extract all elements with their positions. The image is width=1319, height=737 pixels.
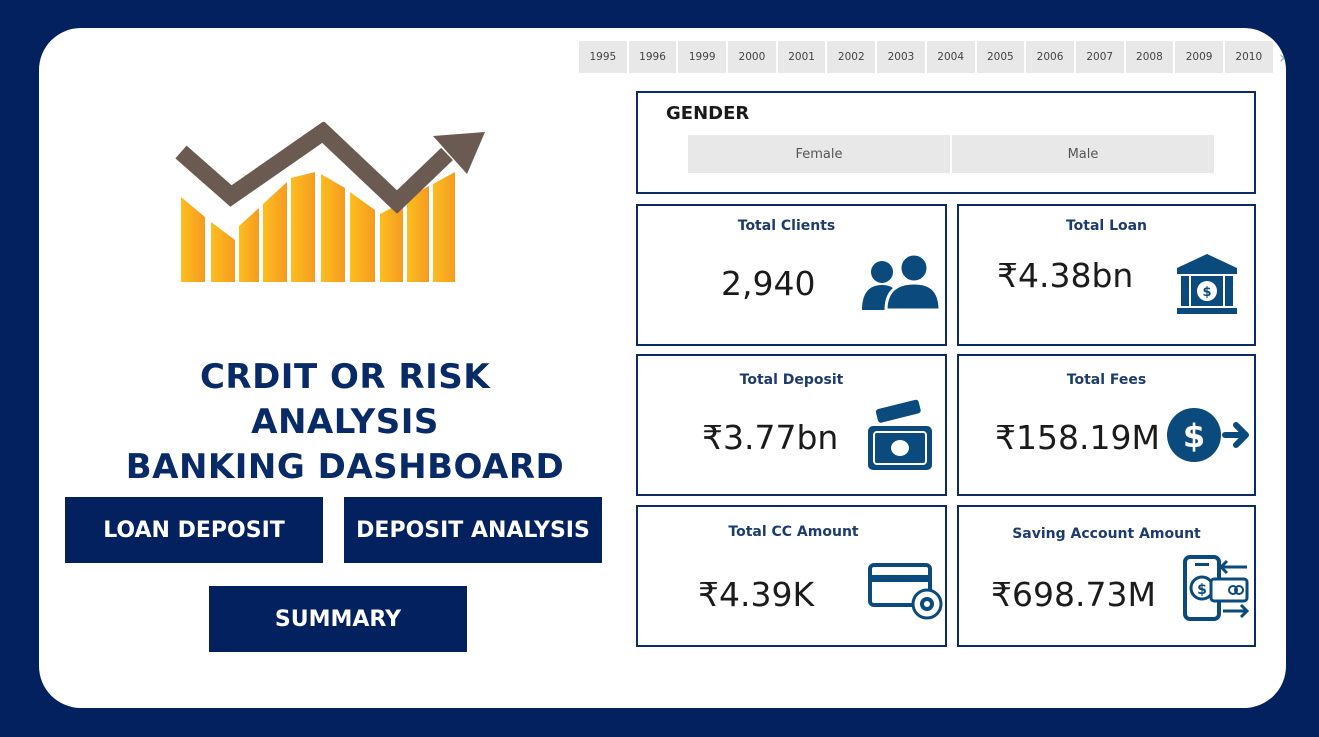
year-button-2008[interactable]: 2008 — [1125, 41, 1174, 73]
kpi-value: ₹698.73M — [991, 575, 1156, 614]
kpi-label: Total CC Amount — [728, 524, 859, 540]
year-button-2003[interactable]: 2003 — [877, 41, 925, 73]
bank-icon: $ — [1177, 254, 1237, 314]
mobile-payment-icon: $ — [1183, 555, 1250, 621]
kpi-value: ₹4.39K — [698, 575, 815, 614]
dashboard-title: CRDIT OR RISK ANALYSIS BANKING DASHBOARD — [100, 355, 590, 490]
kpi-value: ₹158.19M — [995, 418, 1160, 457]
dollar-arrow-icon: $ — [1167, 408, 1249, 462]
kpi-card-total-loan: Total Loan ₹4.38bn $ — [957, 204, 1256, 346]
year-button-2001[interactable]: 2001 — [777, 41, 826, 73]
kpi-card-total-deposit: Total Deposit ₹3.77bn — [636, 354, 947, 496]
year-button-2010[interactable]: 2010 — [1224, 41, 1273, 73]
gender-slicer-title: GENDER — [666, 103, 750, 124]
kpi-card-total-cc-amount: Total CC Amount ₹4.39K — [636, 505, 947, 647]
credit-card-icon — [868, 563, 943, 620]
gender-option-male[interactable]: Male — [952, 135, 1214, 173]
year-button-2006[interactable]: 2006 — [1026, 41, 1074, 73]
year-button-2000[interactable]: 2000 — [728, 41, 776, 73]
year-button-2002[interactable]: 2002 — [827, 41, 876, 73]
kpi-label: Total Clients — [737, 218, 836, 234]
kpi-label: Total Fees — [1066, 372, 1147, 388]
deposit-analysis-button[interactable]: DEPOSIT ANALYSIS — [344, 497, 602, 563]
cash-icon — [868, 399, 932, 470]
svg-text:$: $ — [1183, 417, 1205, 455]
dashboard-title-line1: CRDIT OR RISK ANALYSIS — [199, 357, 491, 442]
year-button-2007[interactable]: 2007 — [1075, 41, 1124, 73]
year-button-1996[interactable]: 1996 — [628, 41, 677, 73]
gender-slicer: GENDER Female Male — [636, 91, 1256, 194]
growth-chart-logo — [175, 122, 485, 282]
users-icon — [862, 252, 942, 312]
kpi-card-total-clients: Total Clients 2,940 — [636, 204, 947, 346]
kpi-card-saving-account-amount: Saving Account Amount ₹698.73M $ — [957, 505, 1256, 647]
year-slicer: 1995 1996 1999 2000 2001 2002 2003 2004 … — [579, 41, 1273, 73]
kpi-card-total-fees: Total Fees ₹158.19M $ — [957, 354, 1256, 496]
gender-option-female[interactable]: Female — [688, 135, 950, 173]
summary-button[interactable]: SUMMARY — [209, 586, 467, 652]
kpi-value: ₹4.38bn — [997, 256, 1134, 295]
year-button-2009[interactable]: 2009 — [1175, 41, 1223, 73]
svg-text:$: $ — [1197, 582, 1207, 598]
chevron-right-icon[interactable]: › — [1279, 48, 1286, 68]
loan-deposit-button[interactable]: LOAN DEPOSIT — [65, 497, 323, 563]
year-button-2005[interactable]: 2005 — [976, 41, 1025, 73]
kpi-label: Total Deposit — [739, 372, 844, 388]
kpi-value: ₹3.77bn — [702, 418, 839, 457]
year-button-1995[interactable]: 1995 — [579, 41, 627, 73]
year-button-2004[interactable]: 2004 — [926, 41, 975, 73]
dashboard-title-line2: BANKING DASHBOARD — [125, 447, 565, 487]
svg-text:$: $ — [1202, 285, 1211, 300]
kpi-label: Saving Account Amount — [1012, 526, 1201, 542]
kpi-label: Total Loan — [1065, 218, 1148, 234]
kpi-value: 2,940 — [721, 264, 816, 303]
year-button-1999[interactable]: 1999 — [678, 41, 727, 73]
